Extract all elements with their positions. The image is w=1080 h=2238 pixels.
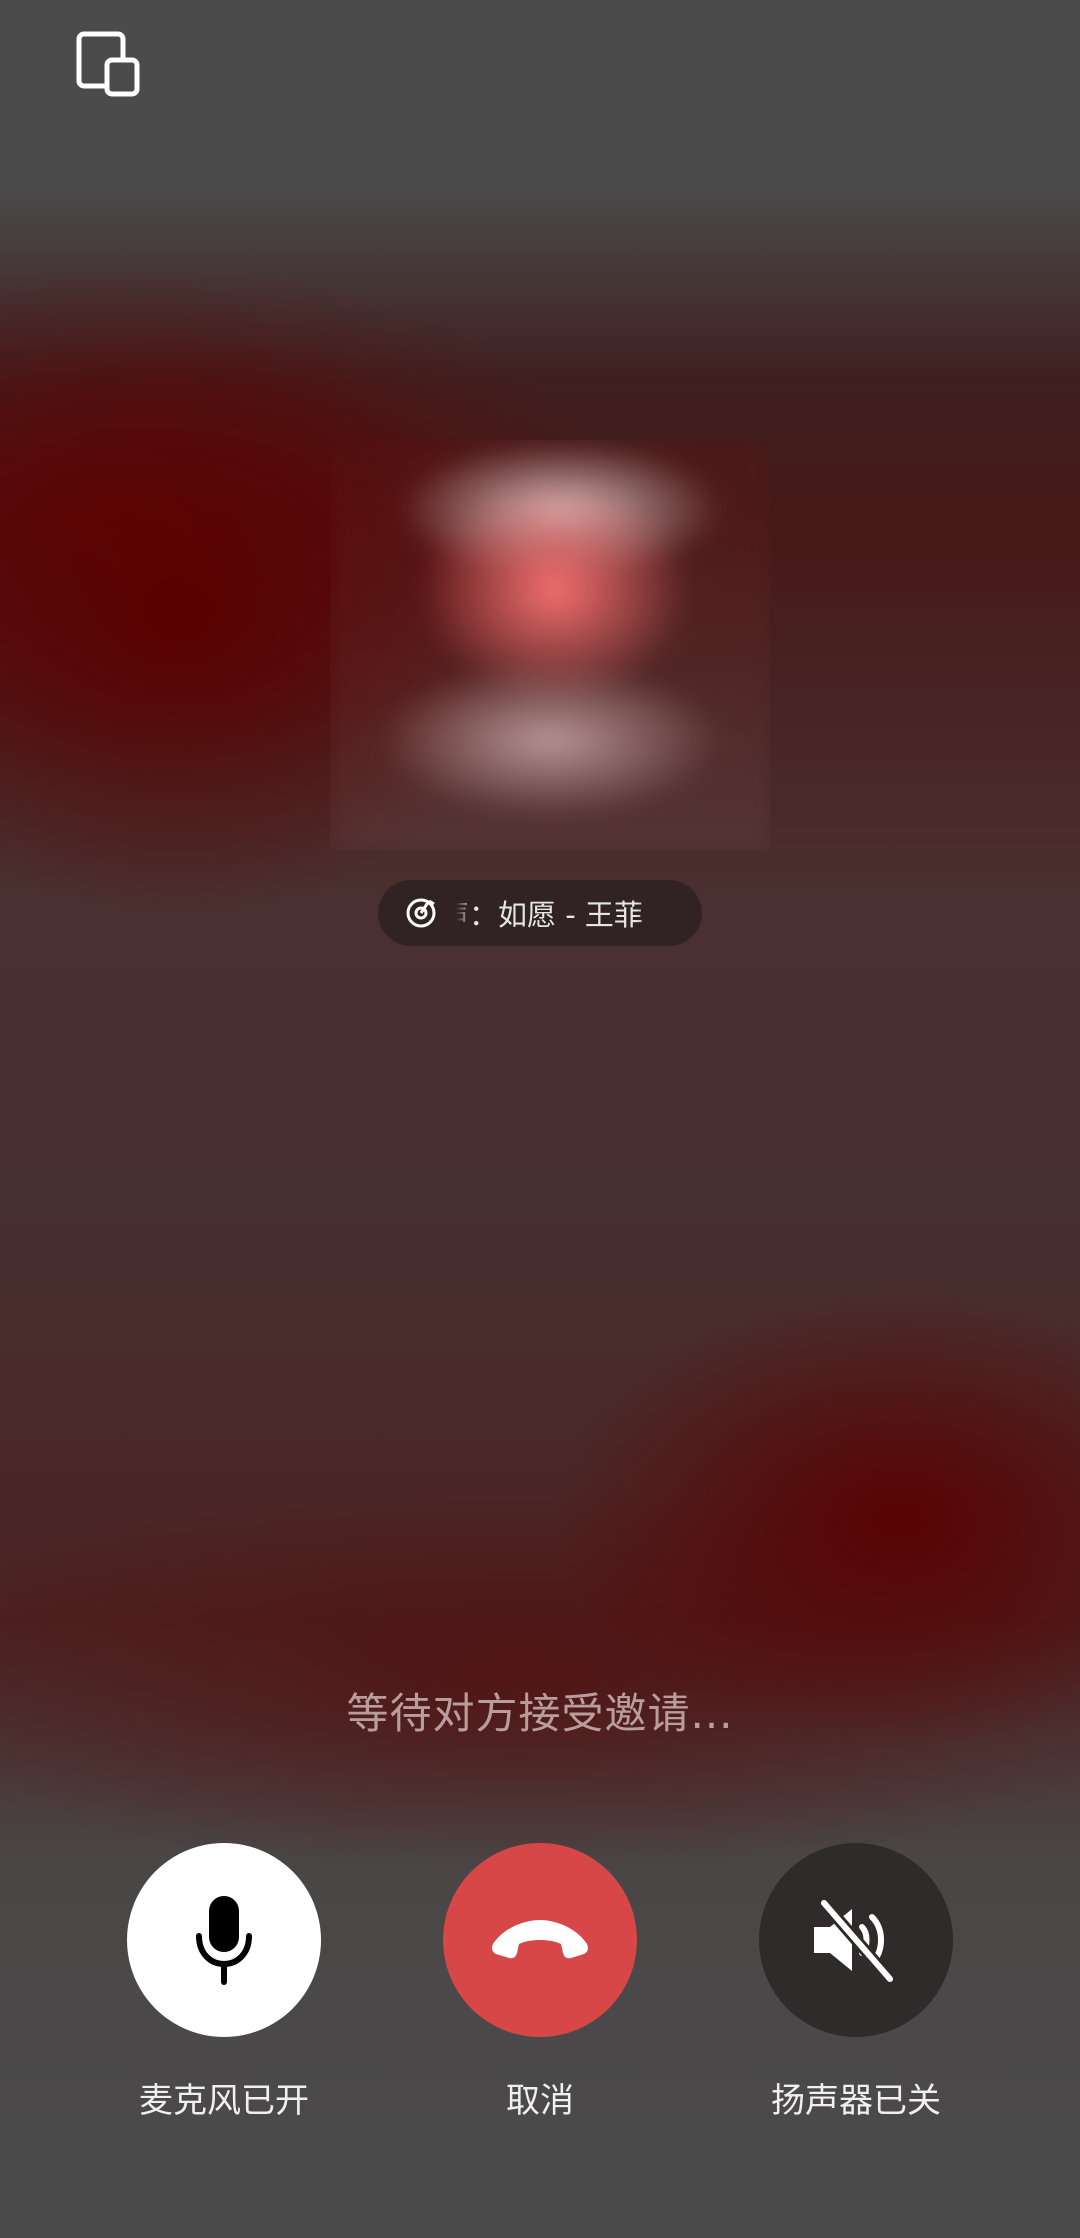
phone-hangup-icon <box>492 1920 588 1959</box>
minimize-window-icon <box>76 31 140 97</box>
cancel-control: 取消 <box>443 1843 637 2122</box>
background-music-pill[interactable]: 声：如愿 - 王菲 <box>378 880 702 946</box>
speaker-control: 扬声器已关 <box>759 1843 953 2122</box>
minimize-window-button[interactable] <box>73 30 143 100</box>
background-music-marquee: 声：如愿 - 王菲 <box>456 892 662 934</box>
contact-avatar <box>330 440 770 850</box>
microphone-button[interactable] <box>127 1843 321 2037</box>
cancel-call-button[interactable] <box>443 1843 637 2037</box>
call-status-text: 等待对方接受邀请... <box>346 1689 734 1738</box>
microphone-icon <box>196 1896 252 1985</box>
microphone-control: 麦克风已开 <box>127 1843 321 2122</box>
speaker-label: 扬声器已关 <box>771 2081 941 2121</box>
background-music-text: 声：如愿 - 王菲 <box>456 898 643 932</box>
cancel-label: 取消 <box>506 2081 574 2121</box>
microphone-label: 麦克风已开 <box>139 2081 309 2121</box>
music-disc-icon <box>406 898 436 928</box>
speaker-button[interactable] <box>759 1843 953 2037</box>
speaker-muted-icon <box>814 1897 896 1985</box>
